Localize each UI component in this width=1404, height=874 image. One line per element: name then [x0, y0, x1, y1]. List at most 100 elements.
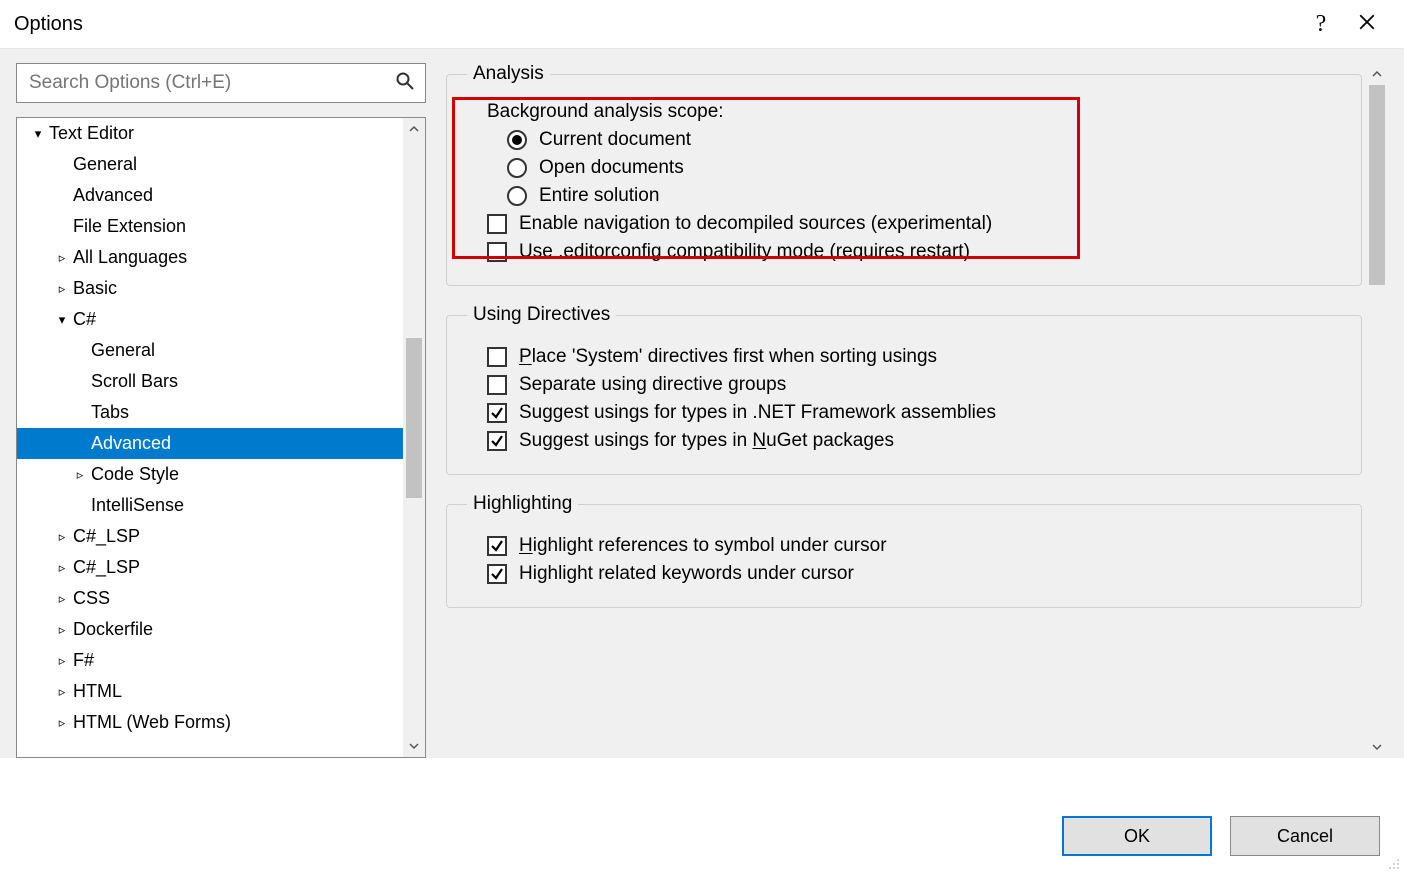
checkbox-option[interactable]: Place 'System' directives first when sor…: [487, 346, 1341, 368]
checkbox-icon[interactable]: [487, 347, 507, 367]
checkbox-option[interactable]: Enable navigation to decompiled sources …: [487, 213, 1341, 235]
tree-node[interactable]: ▹HTML: [17, 676, 425, 707]
checkbox-label: Suggest usings for types in .NET Framewo…: [519, 402, 996, 424]
tree-node[interactable]: ·IntelliSense: [17, 490, 425, 521]
checkbox-label: Separate using directive groups: [519, 374, 786, 396]
tree-node[interactable]: ·General: [17, 335, 425, 366]
tree-node-label: General: [73, 154, 137, 175]
checkbox-option[interactable]: Separate using directive groups: [487, 374, 1341, 396]
chevron-right-icon[interactable]: ▹: [55, 622, 69, 638]
checkbox-icon[interactable]: [487, 403, 507, 423]
highlight-legend: Highlighting: [467, 493, 578, 515]
tree-node-label: Scroll Bars: [91, 371, 178, 392]
radio-icon[interactable]: [507, 158, 527, 178]
search-input[interactable]: [27, 71, 415, 95]
tree-node-label: HTML (Web Forms): [73, 712, 231, 733]
chevron-down-icon[interactable]: ▾: [55, 312, 69, 328]
scroll-up-icon[interactable]: [1366, 63, 1388, 85]
checkbox-label: Enable navigation to decompiled sources …: [519, 213, 992, 235]
ok-button[interactable]: OK: [1062, 816, 1212, 856]
tree-node-label: All Languages: [73, 247, 187, 268]
scroll-thumb[interactable]: [1369, 85, 1385, 285]
chevron-right-icon[interactable]: ▹: [55, 529, 69, 545]
tree-node-label: General: [91, 340, 155, 361]
dialog-body: ▾Text Editor·General·Advanced·File Exten…: [0, 48, 1404, 758]
help-button[interactable]: ?: [1298, 12, 1344, 36]
titlebar: Options ?: [0, 0, 1404, 48]
checkbox-icon[interactable]: [487, 431, 507, 451]
chevron-right-icon[interactable]: ▹: [55, 684, 69, 700]
checkbox-option[interactable]: Highlight references to symbol under cur…: [487, 535, 1341, 557]
radio-icon[interactable]: [507, 186, 527, 206]
tree-node[interactable]: ·Tabs: [17, 397, 425, 428]
options-tree: ▾Text Editor·General·Advanced·File Exten…: [16, 117, 426, 758]
tree-node[interactable]: ▾Text Editor: [17, 118, 425, 149]
tree-node-label: IntelliSense: [91, 495, 184, 516]
checkbox-icon[interactable]: [487, 536, 507, 556]
radio-option[interactable]: Open documents: [507, 157, 1341, 179]
content-scrollbar[interactable]: [1366, 63, 1388, 758]
left-column: ▾Text Editor·General·Advanced·File Exten…: [16, 49, 426, 758]
tree-node[interactable]: ▹HTML (Web Forms): [17, 707, 425, 738]
scroll-thumb[interactable]: [406, 338, 422, 498]
tree-node-label: Code Style: [91, 464, 179, 485]
scroll-up-icon[interactable]: [403, 118, 425, 140]
tree-node[interactable]: ·Scroll Bars: [17, 366, 425, 397]
tree-node-label: Basic: [73, 278, 117, 299]
resize-grip-icon[interactable]: [1386, 856, 1400, 870]
checkbox-icon[interactable]: [487, 214, 507, 234]
scope-label: Background analysis scope:: [487, 101, 1341, 123]
tree-node[interactable]: ▾C#: [17, 304, 425, 335]
chevron-right-icon[interactable]: ▹: [55, 560, 69, 576]
tree-node[interactable]: ▹Dockerfile: [17, 614, 425, 645]
chevron-right-icon[interactable]: ▹: [55, 591, 69, 607]
scroll-down-icon[interactable]: [1366, 736, 1388, 758]
checkbox-label: Highlight related keywords under cursor: [519, 563, 854, 585]
checkbox-icon[interactable]: [487, 375, 507, 395]
tree-node[interactable]: ·Advanced: [17, 180, 425, 211]
tree-node-label: Text Editor: [49, 123, 134, 144]
tree-node-label: Tabs: [91, 402, 129, 423]
tree-node[interactable]: ▹CSS: [17, 583, 425, 614]
chevron-right-icon[interactable]: ▹: [55, 653, 69, 669]
settings-content: Analysis Background analysis scope: Curr…: [446, 63, 1362, 758]
radio-icon[interactable]: [507, 130, 527, 150]
tree-node-label: Advanced: [73, 185, 153, 206]
close-button[interactable]: [1344, 12, 1390, 36]
tree-node[interactable]: ▹C#_LSP: [17, 521, 425, 552]
radio-option[interactable]: Entire solution: [507, 185, 1341, 207]
radio-label: Current document: [539, 129, 691, 151]
dialog-buttons: OK Cancel: [1062, 816, 1380, 856]
tree-node[interactable]: ·Advanced: [17, 428, 425, 459]
tree-node[interactable]: ▹C#_LSP: [17, 552, 425, 583]
cancel-button[interactable]: Cancel: [1230, 816, 1380, 856]
checkbox-option[interactable]: Use .editorconfig compatibility mode (re…: [487, 241, 1341, 263]
tree-node[interactable]: ▹Basic: [17, 273, 425, 304]
chevron-right-icon[interactable]: ▹: [55, 281, 69, 297]
tree-node[interactable]: ▹Code Style: [17, 459, 425, 490]
tree-node-label: C#_LSP: [73, 557, 140, 578]
chevron-right-icon[interactable]: ▹: [73, 467, 87, 483]
checkbox-icon[interactable]: [487, 564, 507, 584]
search-field[interactable]: [16, 63, 426, 103]
tree-node[interactable]: ▹F#: [17, 645, 425, 676]
tree-node-label: C#: [73, 309, 96, 330]
checkbox-option[interactable]: Suggest usings for types in .NET Framewo…: [487, 402, 1341, 424]
tree-node[interactable]: ·General: [17, 149, 425, 180]
checkbox-option[interactable]: Highlight related keywords under cursor: [487, 563, 1341, 585]
tree-scrollbar[interactable]: [403, 118, 425, 757]
tree-node-label: Advanced: [91, 433, 171, 454]
radio-option[interactable]: Current document: [507, 129, 1341, 151]
chevron-down-icon[interactable]: ▾: [31, 126, 45, 142]
search-icon: [395, 71, 415, 95]
tree-node-label: HTML: [73, 681, 122, 702]
checkbox-label: Suggest usings for types in NuGet packag…: [519, 430, 894, 452]
chevron-right-icon[interactable]: ▹: [55, 715, 69, 731]
chevron-right-icon[interactable]: ▹: [55, 250, 69, 266]
tree-node[interactable]: ·File Extension: [17, 211, 425, 242]
scroll-down-icon[interactable]: [403, 735, 425, 757]
checkbox-icon[interactable]: [487, 242, 507, 262]
tree-node[interactable]: ▹All Languages: [17, 242, 425, 273]
tree-node-label: Dockerfile: [73, 619, 153, 640]
checkbox-option[interactable]: Suggest usings for types in NuGet packag…: [487, 430, 1341, 452]
